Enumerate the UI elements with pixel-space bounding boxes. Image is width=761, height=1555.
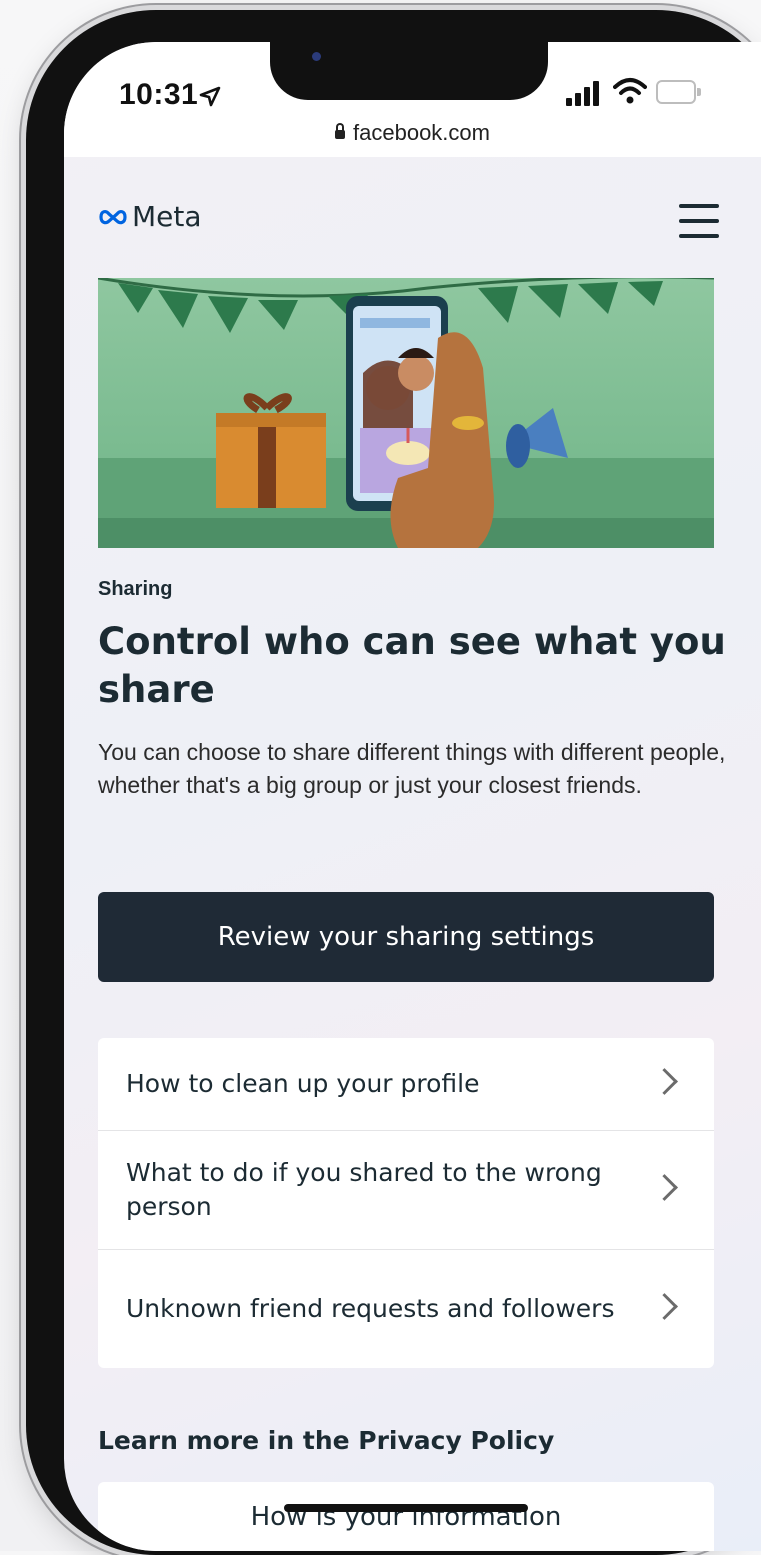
meta-logo[interactable]: Meta bbox=[98, 200, 202, 233]
chevron-right-icon bbox=[651, 1293, 678, 1320]
list-item[interactable]: What to do if you shared to the wrong pe… bbox=[98, 1131, 714, 1250]
page-title: Control who can see what you share bbox=[98, 620, 726, 711]
privacy-card[interactable]: How is your information bbox=[98, 1482, 714, 1551]
phone-screen: 10:31 facebook.com Meta Sharing Control … bbox=[64, 42, 761, 1551]
hamburger-menu-icon[interactable] bbox=[679, 202, 719, 240]
camera-notch bbox=[270, 42, 548, 100]
wifi-icon bbox=[613, 78, 647, 104]
cellular-signal-icon bbox=[566, 80, 600, 106]
section-eyebrow: Sharing bbox=[98, 578, 173, 600]
home-indicator[interactable] bbox=[284, 1504, 528, 1512]
lock-icon bbox=[335, 123, 346, 139]
meta-infinity-icon bbox=[99, 209, 127, 224]
meta-logo-text: Meta bbox=[132, 200, 202, 233]
help-links-list: How to clean up your profile What to do … bbox=[98, 1038, 714, 1368]
review-sharing-settings-button[interactable]: Review your sharing settings bbox=[98, 892, 714, 982]
location-arrow-icon bbox=[199, 86, 221, 107]
list-item-label: How to clean up your profile bbox=[126, 1069, 480, 1098]
url-text: facebook.com bbox=[353, 120, 490, 145]
list-item-label: Unknown friend requests and followers bbox=[126, 1294, 615, 1323]
list-item-label: What to do if you shared to the wrong pe… bbox=[126, 1158, 602, 1221]
list-item[interactable]: Unknown friend requests and followers bbox=[98, 1250, 714, 1368]
page-description: You can choose to share different things… bbox=[98, 739, 726, 798]
camera-dot bbox=[312, 52, 321, 61]
address-bar[interactable]: facebook.com bbox=[64, 120, 761, 146]
chevron-right-icon bbox=[651, 1174, 678, 1201]
list-item[interactable]: How to clean up your profile bbox=[98, 1038, 714, 1131]
status-time: 10:31 bbox=[119, 78, 199, 111]
battery-icon bbox=[656, 80, 701, 104]
hero-illustration bbox=[98, 278, 714, 548]
chevron-right-icon bbox=[651, 1068, 678, 1095]
privacy-section-title: Learn more in the Privacy Policy bbox=[98, 1426, 555, 1455]
